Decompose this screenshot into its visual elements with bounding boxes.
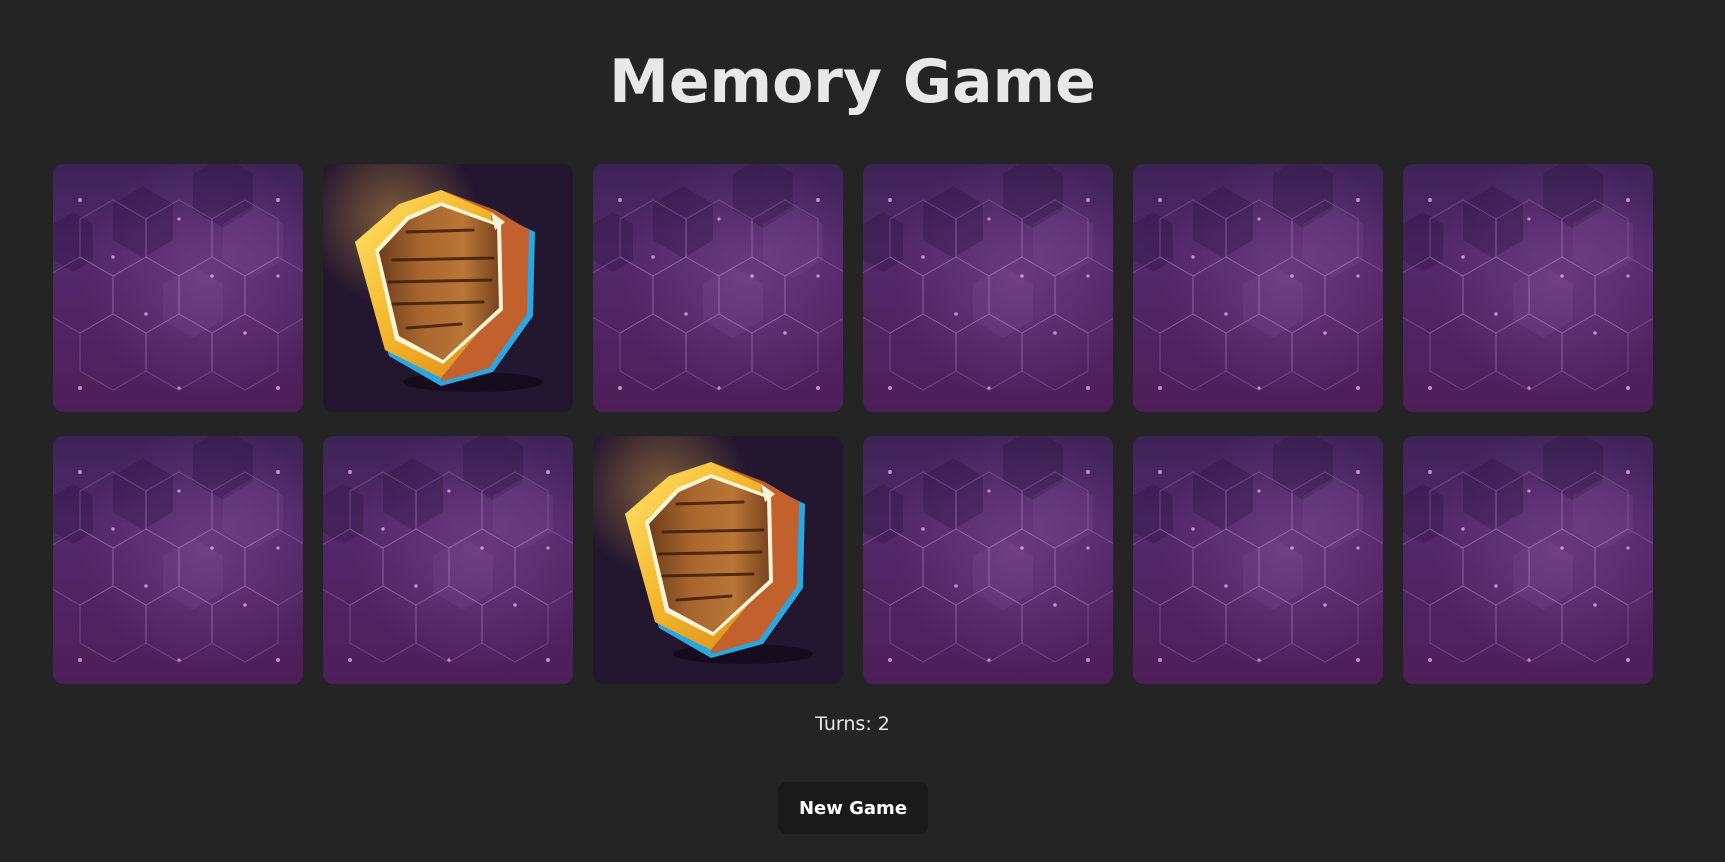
memory-card[interactable] [863,164,1113,412]
card-back-pattern [1133,436,1383,684]
card-back-pattern [863,436,1113,684]
memory-card[interactable] [53,436,303,684]
card-back-pattern [863,164,1113,412]
memory-card[interactable] [1403,436,1653,684]
card-back-pattern [1403,164,1653,412]
memory-card[interactable] [1403,164,1653,412]
memory-card[interactable] [323,436,573,684]
card-back-pattern [1133,164,1383,412]
card-back-pattern [593,164,843,412]
card-back-pattern [53,164,303,412]
turns-counter: Turns: 2 [815,713,890,735]
memory-card[interactable] [593,164,843,412]
memory-card[interactable] [1133,436,1383,684]
card-grid [53,164,1654,684]
memory-game-app: Memory Game Turns: 2 New Game [0,0,1725,862]
wooden-shield-icon [323,164,573,412]
memory-card[interactable] [323,164,573,412]
memory-card[interactable] [593,436,843,684]
memory-card[interactable] [53,164,303,412]
card-back-pattern [323,436,573,684]
card-back-pattern [53,436,303,684]
memory-card[interactable] [863,436,1113,684]
card-back-pattern [1403,436,1653,684]
new-game-button[interactable]: New Game [778,782,928,834]
memory-card[interactable] [1133,164,1383,412]
wooden-shield-icon [593,436,843,684]
page-title: Memory Game [609,47,1096,117]
